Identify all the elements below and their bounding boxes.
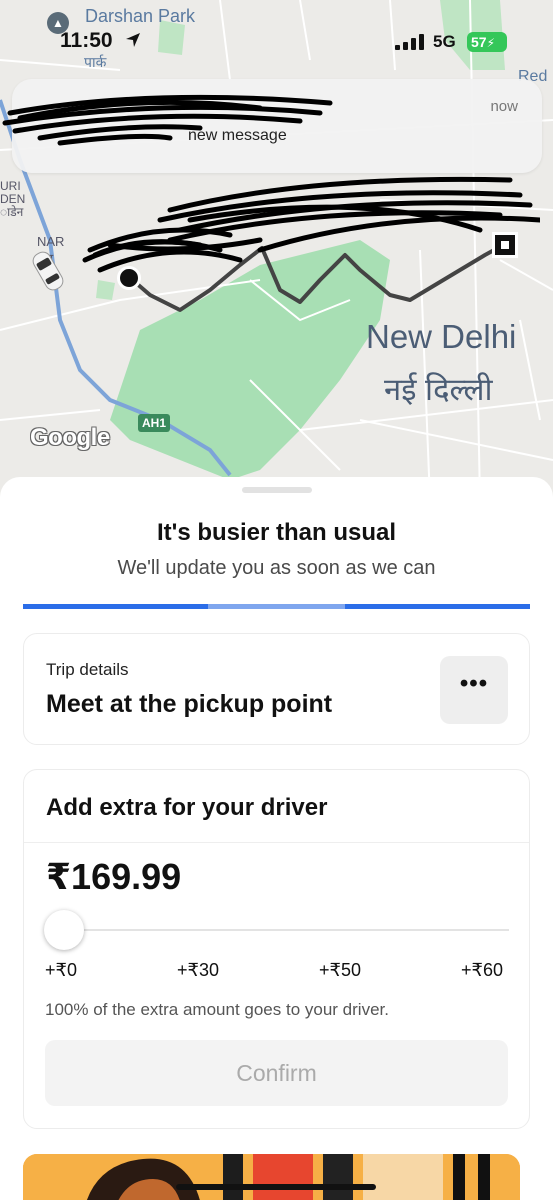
battery-icon: 57⚡ [467, 32, 507, 52]
progress-highlight [208, 604, 345, 609]
trip-details-label: Trip details [46, 660, 129, 679]
notification-banner[interactable]: now new message [2, 79, 542, 173]
tip-tick-0: +₹0 [45, 960, 77, 980]
notification-message: new message [188, 127, 287, 144]
tip-amount: ₹169.99 [46, 856, 182, 897]
status-bar: ▲ 11:50 5G 57⚡ [0, 0, 553, 70]
trip-details-card[interactable]: Trip details Meet at the pickup point ••… [23, 633, 530, 745]
status-time: 11:50 [60, 29, 113, 52]
map-view[interactable]: Darshan Park पार्क Red URI DEN ाडेन NAR … [0, 0, 553, 500]
confirm-button[interactable]: Confirm [45, 1040, 508, 1106]
trip-details-title: Meet at the pickup point [46, 690, 333, 718]
location-arrow-icon [126, 33, 140, 47]
signal-icon [395, 34, 424, 50]
map-label-new-delhi: New Delhi [366, 318, 517, 355]
tip-title: Add extra for your driver [46, 794, 328, 821]
redaction-scribble [2, 94, 333, 146]
map-label-uri-den: URI DEN ाडेन [0, 179, 26, 219]
bottom-sheet: It's busier than usual We'll update you … [0, 477, 553, 1200]
search-progress-bar [23, 604, 530, 609]
network-type: 5G [433, 32, 456, 51]
divider [24, 842, 529, 843]
promo-card[interactable] [23, 1154, 520, 1200]
highway-shield: AH1 [138, 414, 171, 432]
tip-tick-60: +₹60 [461, 960, 503, 980]
battery-level: 57 [471, 34, 487, 50]
tip-slider-thumb[interactable] [44, 910, 84, 950]
tip-note: 100% of the extra amount goes to your dr… [45, 1000, 389, 1019]
more-options-button[interactable]: ••• [440, 656, 508, 724]
tip-tick-50: +₹50 [319, 960, 361, 980]
car-icon [32, 251, 64, 291]
google-logo: Google [30, 424, 110, 451]
pickup-marker[interactable] [117, 266, 141, 290]
promo-illustration [23, 1154, 520, 1200]
notification-time: now [490, 98, 518, 115]
home-indicator[interactable] [176, 1184, 376, 1190]
tip-tick-30: +₹30 [177, 960, 219, 980]
tip-slider-track[interactable] [64, 929, 509, 931]
status-subline: We'll update you as soon as we can [117, 557, 436, 579]
status-headline: It's busier than usual [156, 519, 397, 546]
destination-marker[interactable] [492, 232, 518, 258]
driver-tip-card: Add extra for your driver ₹169.99 +₹0 +₹… [23, 769, 530, 1129]
sheet-grabber[interactable] [242, 487, 312, 493]
map-label-new-delhi-hindi: नई दिल्ली [384, 372, 493, 407]
